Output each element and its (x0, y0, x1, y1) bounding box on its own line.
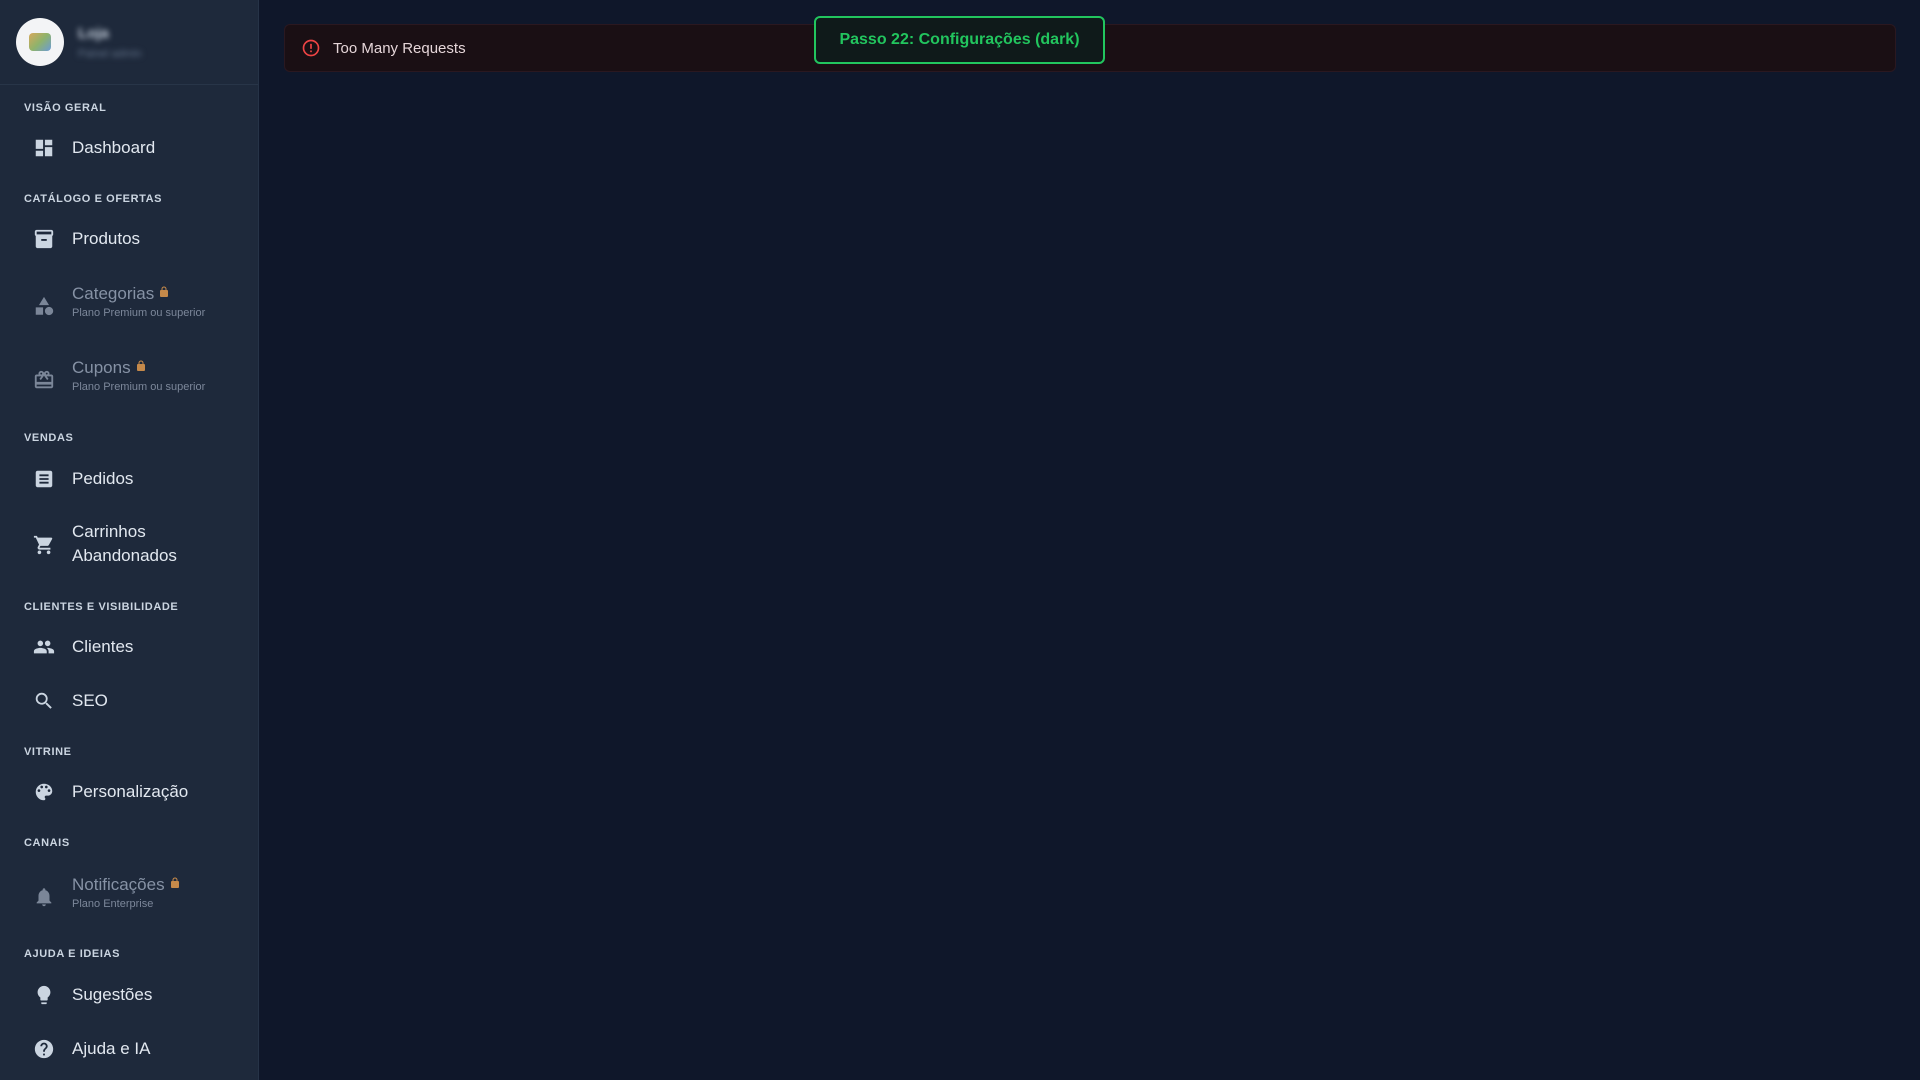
sidebar-item-label: Clientes (72, 637, 134, 656)
store-subtitle: Painel admin (78, 47, 142, 60)
archive-box-icon (32, 227, 56, 251)
sidebar-item-coupons[interactable]: Cupons Plano Premium ou superior (0, 356, 258, 400)
lock-icon (169, 876, 181, 894)
lock-icon (158, 285, 170, 303)
app-root: Loja Painel admin VISÃO GERAL Dashboard … (0, 0, 1920, 1080)
sidebar-item-label: Pedidos (72, 469, 134, 488)
sidebar-item-customers[interactable]: Clientes (0, 630, 258, 664)
sidebar-item-orders[interactable]: Pedidos (0, 462, 258, 496)
receipt-list-icon (32, 467, 56, 491)
section-label-channels: CANAIS (24, 837, 70, 849)
sidebar-item-products[interactable]: Produtos (0, 222, 258, 256)
plan-requirement-note: Plano Premium ou superior (72, 381, 206, 393)
shapes-icon (32, 294, 56, 318)
store-header[interactable]: Loja Painel admin (0, 0, 258, 85)
sidebar-item-label: Notificações (72, 875, 165, 894)
palette-icon (32, 780, 56, 804)
sidebar-item-label: Carrinhos (72, 522, 146, 541)
sidebar-item-label: Produtos (72, 229, 141, 248)
error-circle-icon (301, 38, 321, 58)
section-label-clients: CLIENTES E VISIBILIDADE (24, 601, 179, 613)
sidebar-item-label: Dashboard (72, 138, 156, 157)
section-label-catalog: CATÁLOGO E OFERTAS (24, 193, 163, 205)
dashboard-icon (32, 136, 56, 160)
step-indicator-badge: Passo 22: Configurações (dark) (814, 16, 1105, 64)
section-label-sales: VENDAS (24, 432, 74, 444)
help-circle-icon (32, 1037, 56, 1061)
store-logo-icon (29, 33, 51, 51)
error-message: Too Many Requests (333, 39, 466, 57)
lock-icon (135, 359, 147, 377)
sidebar-item-label: Personalização (72, 782, 189, 801)
sidebar-item-label: SEO (72, 691, 108, 710)
shopping-cart-icon (32, 533, 56, 557)
plan-requirement-note: Plano Enterprise (72, 898, 154, 910)
section-label-storefront: VITRINE (24, 746, 72, 758)
bell-icon (32, 885, 56, 909)
sidebar-item-suggestions[interactable]: Sugestões (0, 978, 258, 1012)
sidebar: Loja Painel admin VISÃO GERAL Dashboard … (0, 0, 259, 1080)
sidebar-item-help-ai[interactable]: Ajuda e IA (0, 1032, 258, 1066)
sidebar-item-dashboard[interactable]: Dashboard (0, 131, 258, 165)
people-icon (32, 635, 56, 659)
sidebar-item-seo[interactable]: SEO (0, 684, 258, 718)
plan-requirement-note: Plano Premium ou superior (72, 307, 206, 319)
sidebar-item-label: Abandonados (72, 546, 177, 565)
sidebar-item-abandoned-carts[interactable]: Carrinhos Abandonados (0, 520, 258, 570)
sidebar-item-label: Cupons (72, 358, 131, 377)
sidebar-item-notifications[interactable]: Notificações Plano Enterprise (0, 873, 258, 917)
store-avatar[interactable] (16, 18, 64, 66)
search-icon (32, 689, 56, 713)
sidebar-item-customization[interactable]: Personalização (0, 775, 258, 809)
sidebar-item-label: Categorias (72, 284, 155, 303)
sidebar-item-label: Ajuda e IA (72, 1039, 151, 1058)
sidebar-item-categories[interactable]: Categorias Plano Premium ou superior (0, 282, 258, 326)
gift-card-icon (32, 368, 56, 392)
section-label-help: AJUDA E IDEIAS (24, 948, 121, 960)
store-name: Loja (78, 24, 109, 42)
store-info: Loja Painel admin (78, 25, 142, 60)
section-label-overview: VISÃO GERAL (24, 102, 107, 114)
lightbulb-icon (32, 983, 56, 1007)
sidebar-item-label: Sugestões (72, 985, 153, 1004)
